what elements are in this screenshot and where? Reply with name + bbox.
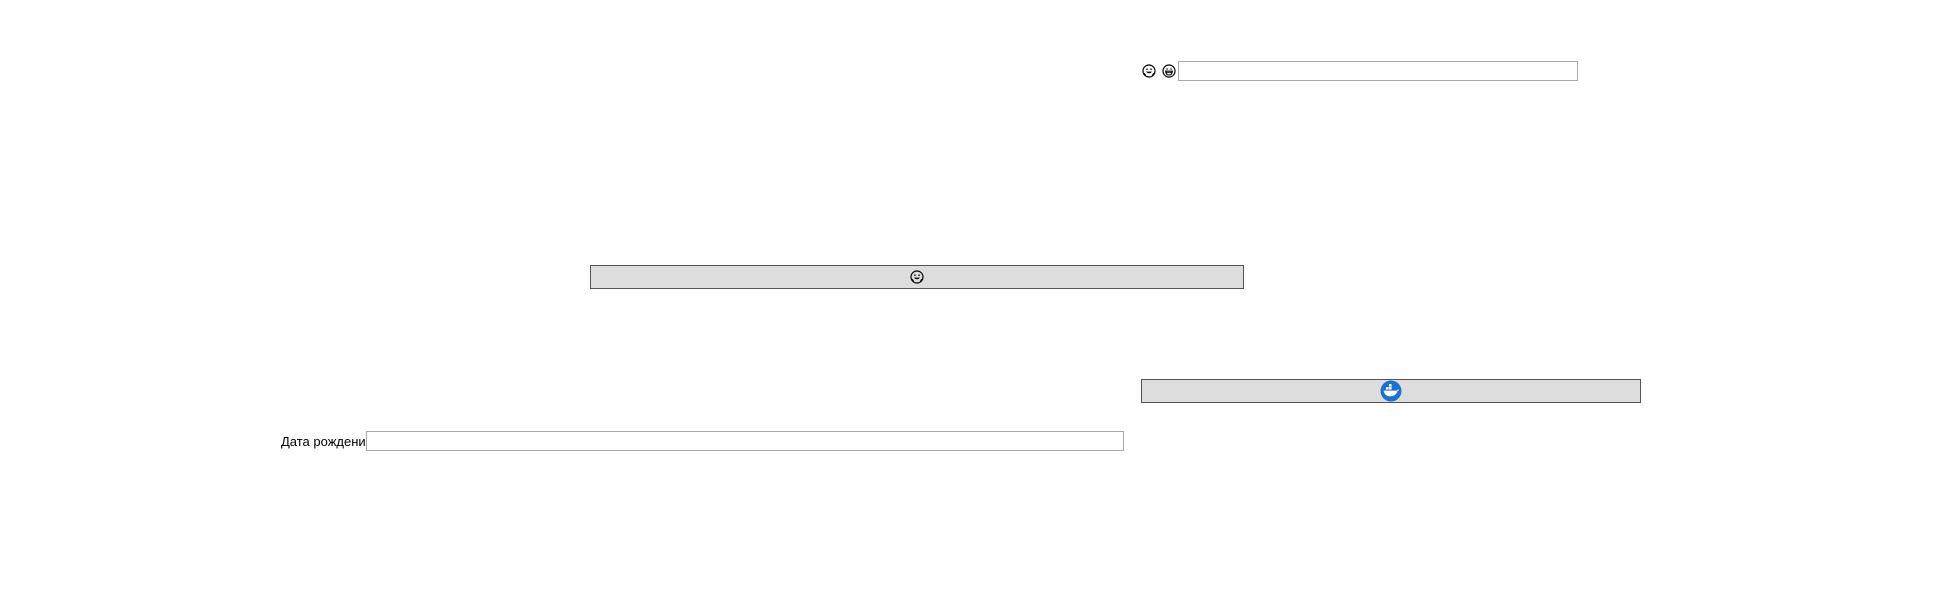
birth-date-input[interactable] bbox=[366, 431, 1124, 451]
grinning-face-with-hands-icon bbox=[910, 270, 924, 284]
docker-button[interactable] bbox=[1141, 379, 1641, 403]
grinning-face-icon bbox=[1162, 64, 1176, 78]
grinning-face-with-hands-icon bbox=[1142, 64, 1156, 78]
birth-date-label: Дата рождения bbox=[281, 434, 373, 449]
top-text-input[interactable] bbox=[1178, 61, 1578, 81]
emoji-button[interactable] bbox=[590, 265, 1244, 289]
docker-whale-icon bbox=[1380, 380, 1402, 402]
